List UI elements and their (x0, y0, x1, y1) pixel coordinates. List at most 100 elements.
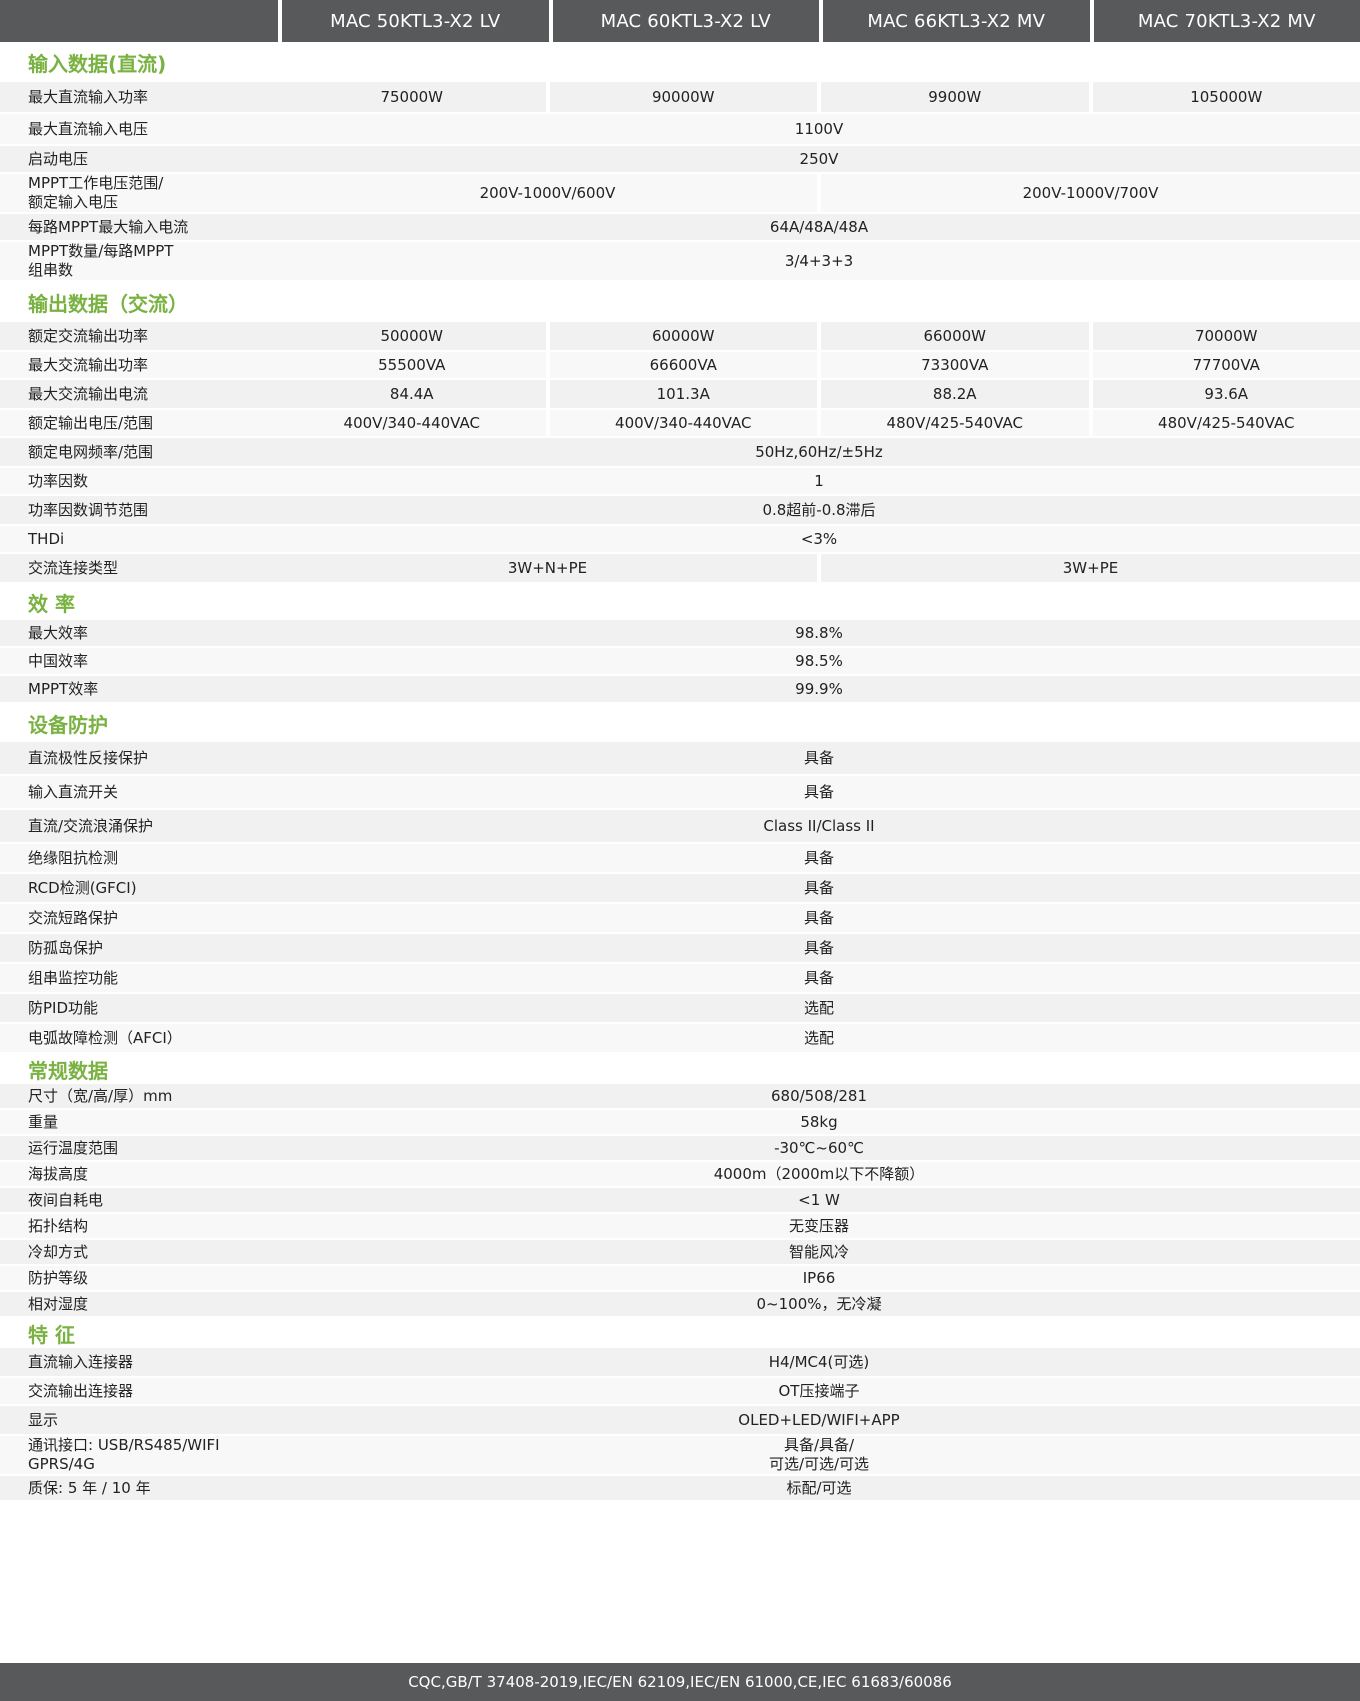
spec-values: 具备 (278, 964, 1360, 992)
spec-label: 最大交流输出功率 (0, 352, 278, 378)
spec-value: <1 W (278, 1188, 1360, 1212)
spec-row: 海拔高度 4000m（2000m以下不降额） (0, 1162, 1360, 1186)
spec-values: 选配 (278, 994, 1360, 1022)
spec-value: 具备 (278, 844, 1360, 872)
spec-label: 夜间自耗电 (0, 1188, 278, 1212)
spec-values: OLED+LED/WIFI+APP (278, 1406, 1360, 1434)
spec-value: IP66 (278, 1266, 1360, 1290)
spec-values: 400V/340-440VAC 400V/340-440VAC 480V/425-5… (278, 410, 1360, 436)
spec-value: 75000W (278, 82, 546, 112)
spec-label: 重量 (0, 1110, 278, 1134)
spec-value: 84.4A (278, 380, 546, 408)
spec-label: 防PID功能 (0, 994, 278, 1022)
spec-row: 交流连接类型 3W+N+PE 3W+PE (0, 554, 1360, 582)
spec-sheet-page: MAC 50KTL3-X2 LV MAC 60KTL3-X2 LV MAC 66… (0, 0, 1360, 1701)
spec-row: 防PID功能 选配 (0, 994, 1360, 1022)
spec-value: H4/MC4(可选) (278, 1348, 1360, 1376)
spec-values: 200V-1000V/600V 200V-1000V/700V (278, 174, 1360, 212)
spec-label: 中国效率 (0, 648, 278, 674)
spec-value: 66600VA (549, 352, 817, 378)
spec-values: 具备 (278, 742, 1360, 774)
spec-value: 0~100%，无冷凝 (278, 1292, 1360, 1316)
spec-label: 直流极性反接保护 (0, 742, 278, 774)
spec-value: 77700VA (1092, 352, 1360, 378)
spec-row: THDi <3% (0, 526, 1360, 552)
spec-values: 1100V (278, 114, 1360, 144)
spec-value: 58kg (278, 1110, 1360, 1134)
spec-row: 最大交流输出电流 84.4A 101.3A 88.2A 93.6A (0, 380, 1360, 408)
spec-label: 通讯接口: USB/RS485/WIFI GPRS/4G (0, 1436, 278, 1474)
spec-values: 98.5% (278, 648, 1360, 674)
section-title: 常规数据 (0, 1054, 1360, 1084)
spec-values: 64A/48A/48A (278, 214, 1360, 240)
spec-value: 200V-1000V/600V (278, 174, 817, 212)
spec-values: 58kg (278, 1110, 1360, 1134)
spec-row: 拓扑结构 无变压器 (0, 1214, 1360, 1238)
section-title: 输入数据(直流) (0, 42, 1360, 82)
spec-value: <3% (278, 526, 1360, 552)
spec-value: 98.8% (278, 620, 1360, 646)
spec-row: 显示 OLED+LED/WIFI+APP (0, 1406, 1360, 1434)
spec-row: RCD检测(GFCI) 具备 (0, 874, 1360, 902)
spec-row: 额定交流输出功率 50000W 60000W 66000W 70000W (0, 322, 1360, 350)
spec-label: 交流输出连接器 (0, 1378, 278, 1404)
spec-row: 功率因数 1 (0, 468, 1360, 494)
spec-label: 功率因数调节范围 (0, 496, 278, 524)
spec-value: 具备 (278, 964, 1360, 992)
spec-value: 具备 (278, 776, 1360, 808)
spec-values: 75000W 90000W 9900W 105000W (278, 82, 1360, 112)
spec-value: 64A/48A/48A (278, 214, 1360, 240)
spec-label: 质保: 5 年 / 10 年 (0, 1476, 278, 1500)
spec-row: MPPT数量/每路MPPT 组串数 3/4+3+3 (0, 242, 1360, 280)
spec-value: 具备 (278, 874, 1360, 902)
spec-value: 66000W (821, 322, 1089, 350)
spec-values: 250V (278, 146, 1360, 172)
model-header: MAC 50KTL3-X2 LV (282, 0, 549, 42)
spec-values: 50000W 60000W 66000W 70000W (278, 322, 1360, 350)
spec-label: 最大效率 (0, 620, 278, 646)
spec-label: 冷却方式 (0, 1240, 278, 1264)
spec-value: 250V (278, 146, 1360, 172)
spec-value: 3W+PE (821, 554, 1360, 582)
spec-value: 4000m（2000m以下不降额） (278, 1162, 1360, 1186)
spec-label: MPPT工作电压范围/ 额定输入电压 (0, 174, 278, 212)
spec-label: 直流输入连接器 (0, 1348, 278, 1376)
header-corner (0, 0, 278, 42)
spec-row: 防孤岛保护 具备 (0, 934, 1360, 962)
spec-value: 93.6A (1092, 380, 1360, 408)
spec-row: 直流/交流浪涌保护 Class II/Class II (0, 810, 1360, 842)
spec-values: IP66 (278, 1266, 1360, 1290)
spec-values: 智能风冷 (278, 1240, 1360, 1264)
spec-value: 101.3A (549, 380, 817, 408)
spec-value: 无变压器 (278, 1214, 1360, 1238)
spec-values: -30℃~60℃ (278, 1136, 1360, 1160)
section-title: 输出数据（交流） (0, 282, 1360, 322)
spec-label: 显示 (0, 1406, 278, 1434)
spec-row: 重量 58kg (0, 1110, 1360, 1134)
spec-values: 55500VA 66600VA 73300VA 77700VA (278, 352, 1360, 378)
spec-row: 额定电网频率/范围 50Hz,60Hz/±5Hz (0, 438, 1360, 466)
spec-row: 最大直流输入电压 1100V (0, 114, 1360, 144)
spec-values: <1 W (278, 1188, 1360, 1212)
spec-row: 输入直流开关 具备 (0, 776, 1360, 808)
spec-label: 功率因数 (0, 468, 278, 494)
spec-values: 无变压器 (278, 1214, 1360, 1238)
spec-value: 70000W (1092, 322, 1360, 350)
spec-values: 0~100%，无冷凝 (278, 1292, 1360, 1316)
spec-values: 99.9% (278, 676, 1360, 702)
spec-values: 4000m（2000m以下不降额） (278, 1162, 1360, 1186)
spec-value: 智能风冷 (278, 1240, 1360, 1264)
model-header: MAC 70KTL3-X2 MV (1093, 0, 1360, 42)
spec-value: 具备 (278, 934, 1360, 962)
spec-row: 最大直流输入功率 75000W 90000W 9900W 105000W (0, 82, 1360, 112)
spec-row: 直流输入连接器 H4/MC4(可选) (0, 1348, 1360, 1376)
spec-label: 最大直流输入功率 (0, 82, 278, 112)
spec-row: 夜间自耗电 <1 W (0, 1188, 1360, 1212)
spec-values: 680/508/281 (278, 1084, 1360, 1108)
spec-values: 50Hz,60Hz/±5Hz (278, 438, 1360, 466)
spec-value: 选配 (278, 1024, 1360, 1052)
spec-values: 3W+N+PE 3W+PE (278, 554, 1360, 582)
spec-values: 98.8% (278, 620, 1360, 646)
spec-row: 最大交流输出功率 55500VA 66600VA 73300VA 77700VA (0, 352, 1360, 378)
spec-value: 99.9% (278, 676, 1360, 702)
